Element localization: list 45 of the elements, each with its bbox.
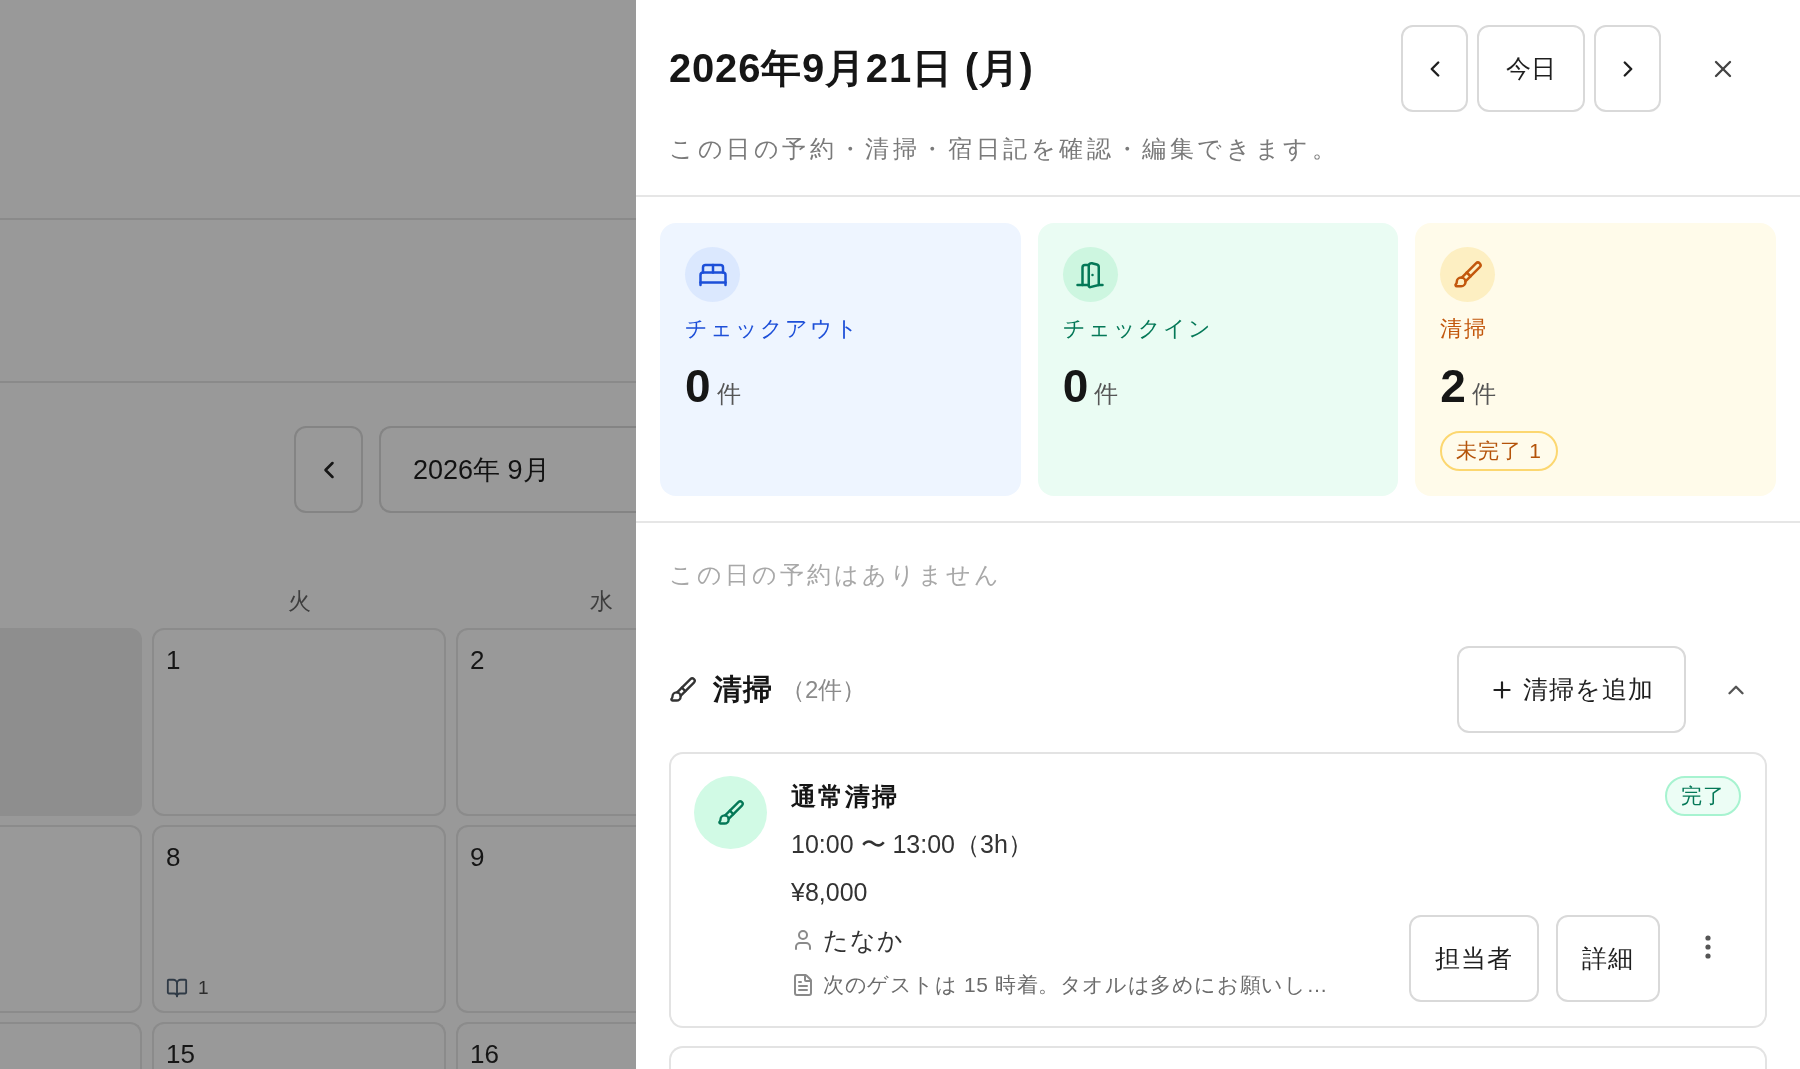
task-title: 通常清掃 — [791, 781, 899, 812]
diary-count: 1 — [198, 977, 209, 999]
panel-subtitle: この日の予約・清掃・宿日記を確認・編集できます。 — [669, 134, 1340, 164]
task-time: 10:00 〜 13:00（3h） — [791, 829, 1033, 860]
calendar-day-cell[interactable]: 1 — [152, 628, 446, 816]
brush-icon — [669, 675, 697, 704]
day-number: 15 — [166, 1038, 195, 1069]
calendar-day-cell[interactable]: 15 — [152, 1022, 446, 1069]
status-badge: 完了 — [1665, 776, 1741, 816]
day-number: 2 — [470, 644, 485, 676]
stat-label: チェックイン — [1062, 315, 1213, 343]
stat-count: 0 — [1062, 359, 1089, 413]
weekday-label: 火 — [287, 587, 311, 616]
add-cleaning-button[interactable]: 清掃を追加 — [1457, 646, 1686, 733]
assignee-button[interactable]: 担当者 — [1409, 915, 1539, 1002]
details-button[interactable]: 詳細 — [1556, 915, 1660, 1002]
prev-month-button[interactable] — [294, 426, 363, 513]
day-number: 9 — [470, 841, 485, 873]
date-title: 2026年9月21日 (月) — [669, 45, 1034, 92]
calendar-day-cell[interactable]: 8 1 — [152, 825, 446, 1013]
stat-unit: 件 — [716, 379, 741, 409]
vertical-dots-icon — [1705, 934, 1711, 959]
section-count: （2件） — [781, 674, 867, 705]
day-number: 16 — [470, 1038, 499, 1069]
assignee-name: たなか — [823, 925, 904, 956]
document-icon — [791, 973, 815, 997]
stat-count: 0 — [685, 359, 711, 413]
stat-unit: 件 — [1471, 379, 1496, 409]
task-note: 次のゲストは 15 時着。タオルは多めにお願いし… — [823, 972, 1329, 998]
pending-badge: 未完了 1 — [1440, 431, 1558, 471]
day-number: 8 — [166, 841, 181, 873]
weekday-label: 水 — [590, 587, 613, 616]
day-number: 1 — [166, 644, 181, 676]
today-button[interactable]: 今日 — [1477, 25, 1585, 112]
next-day-button[interactable] — [1594, 25, 1661, 112]
section-title: 清掃 — [713, 671, 773, 707]
prev-day-button[interactable] — [1401, 25, 1468, 112]
stat-count: 2 — [1440, 359, 1466, 413]
task-price: ¥8,000 — [791, 877, 868, 908]
brush-icon — [1440, 247, 1496, 302]
stat-label: チェックアウト — [685, 315, 860, 343]
stat-unit: 件 — [1094, 379, 1119, 409]
book-icon — [166, 977, 188, 999]
stat-label: 清掃 — [1440, 315, 1489, 343]
empty-message: この日の予約はありません — [669, 560, 1002, 590]
